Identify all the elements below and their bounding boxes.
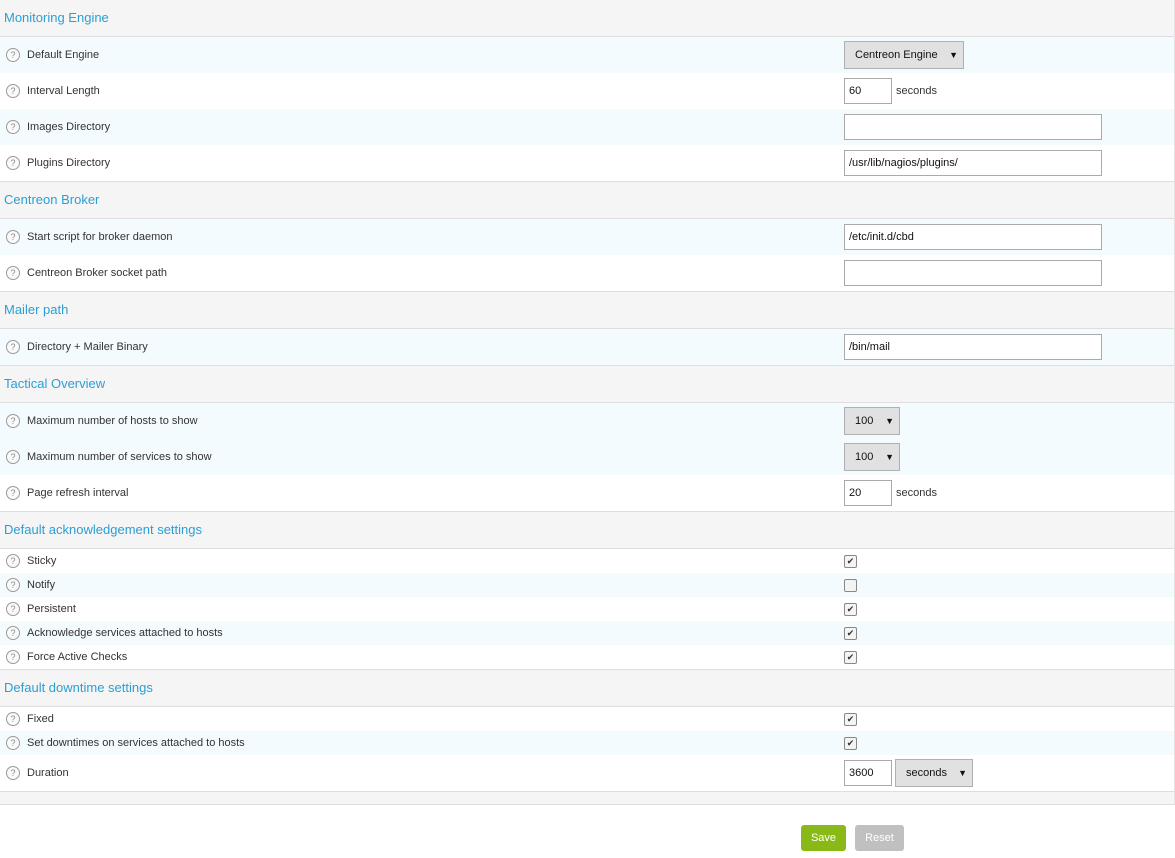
field-label: Maximum number of hosts to show	[27, 415, 198, 427]
dropdown-arrow-icon: ▼	[958, 768, 967, 778]
field-label: Fixed	[27, 713, 54, 725]
field-label: Plugins Directory	[27, 157, 111, 169]
row-interval-length: ? Interval Length 60 seconds	[0, 73, 1174, 109]
row-notify: ? Notify	[0, 573, 1174, 597]
reset-button[interactable]: Reset	[855, 825, 904, 851]
downtime-services-checkbox[interactable]: ✔	[844, 736, 857, 750]
dropdown-arrow-icon: ▼	[949, 50, 958, 60]
page-refresh-input[interactable]: 20	[844, 480, 892, 506]
duration-input[interactable]: 3600	[844, 760, 892, 786]
dropdown-arrow-icon: ▼	[885, 416, 894, 426]
field-label: Page refresh interval	[27, 487, 129, 499]
field-label: Interval Length	[27, 85, 100, 97]
sticky-checkbox[interactable]: ✔	[844, 554, 857, 568]
help-icon[interactable]: ?	[6, 156, 20, 170]
row-sticky: ? Sticky ✔	[0, 549, 1174, 573]
notify-checkbox[interactable]	[844, 578, 857, 592]
row-fixed: ? Fixed ✔	[0, 707, 1174, 731]
section-header-ack-settings: Default acknowledgement settings	[0, 511, 1174, 549]
general-options-form: Monitoring Engine ? Default Engine Centr…	[0, 0, 1175, 805]
help-icon[interactable]: ?	[6, 766, 20, 780]
field-label: Acknowledge services attached to hosts	[27, 627, 223, 639]
help-icon[interactable]: ?	[6, 84, 20, 98]
field-label: Persistent	[27, 603, 76, 615]
help-icon[interactable]: ?	[6, 230, 20, 244]
ack-services-checkbox[interactable]: ✔	[844, 626, 857, 640]
plugins-directory-input[interactable]: /usr/lib/nagios/plugins/	[844, 150, 1102, 176]
field-label: Default Engine	[27, 49, 100, 61]
help-icon[interactable]: ?	[6, 48, 20, 62]
help-icon[interactable]: ?	[6, 626, 20, 640]
help-icon[interactable]: ?	[6, 486, 20, 500]
unit-label: seconds	[896, 487, 937, 499]
row-max-hosts: ? Maximum number of hosts to show 100 ▼	[0, 403, 1174, 439]
force-active-checkbox[interactable]: ✔	[844, 650, 857, 664]
dropdown-arrow-icon: ▼	[885, 452, 894, 462]
section-header-monitoring-engine: Monitoring Engine	[0, 0, 1174, 37]
images-directory-input[interactable]	[844, 114, 1102, 140]
default-engine-select[interactable]: Centreon Engine ▼	[844, 41, 964, 69]
field-label: Maximum number of services to show	[27, 451, 212, 463]
broker-start-script-input[interactable]: /etc/init.d/cbd	[844, 224, 1102, 250]
field-label: Start script for broker daemon	[27, 231, 173, 243]
field-label: Centreon Broker socket path	[27, 267, 168, 279]
duration-unit-select[interactable]: seconds ▼	[895, 759, 973, 787]
row-broker-start-script: ? Start script for broker daemon /etc/in…	[0, 219, 1174, 255]
help-icon[interactable]: ?	[6, 602, 20, 616]
help-icon[interactable]: ?	[6, 414, 20, 428]
help-icon[interactable]: ?	[6, 736, 20, 750]
form-footer-strip	[0, 791, 1174, 805]
section-header-centreon-broker: Centreon Broker	[0, 181, 1174, 219]
row-max-services: ? Maximum number of services to show 100…	[0, 439, 1174, 475]
section-header-downtime-settings: Default downtime settings	[0, 669, 1174, 707]
help-icon[interactable]: ?	[6, 712, 20, 726]
max-hosts-select[interactable]: 100 ▼	[844, 407, 900, 435]
row-plugins-directory: ? Plugins Directory /usr/lib/nagios/plug…	[0, 145, 1174, 181]
help-icon[interactable]: ?	[6, 266, 20, 280]
help-icon[interactable]: ?	[6, 450, 20, 464]
section-header-tactical-overview: Tactical Overview	[0, 365, 1174, 403]
row-images-directory: ? Images Directory	[0, 109, 1174, 145]
help-icon[interactable]: ?	[6, 120, 20, 134]
interval-length-input[interactable]: 60	[844, 78, 892, 104]
field-label: Sticky	[27, 555, 57, 567]
row-force-active: ? Force Active Checks ✔	[0, 645, 1174, 669]
section-header-mailer-path: Mailer path	[0, 291, 1174, 329]
row-ack-services: ? Acknowledge services attached to hosts…	[0, 621, 1174, 645]
field-label: Notify	[27, 579, 56, 591]
field-label: Directory + Mailer Binary	[27, 341, 148, 353]
row-persistent: ? Persistent ✔	[0, 597, 1174, 621]
mailer-binary-input[interactable]: /bin/mail	[844, 334, 1102, 360]
persistent-checkbox[interactable]: ✔	[844, 602, 857, 616]
field-label: Set downtimes on services attached to ho…	[27, 737, 245, 749]
max-services-select[interactable]: 100 ▼	[844, 443, 900, 471]
fixed-checkbox[interactable]: ✔	[844, 712, 857, 726]
row-page-refresh: ? Page refresh interval 20 seconds	[0, 475, 1174, 511]
field-label: Images Directory	[27, 121, 111, 133]
row-mailer-binary: ? Directory + Mailer Binary /bin/mail	[0, 329, 1174, 365]
row-downtime-services: ? Set downtimes on services attached to …	[0, 731, 1174, 755]
row-duration: ? Duration 3600 seconds ▼	[0, 755, 1174, 791]
field-label: Force Active Checks	[27, 651, 128, 663]
broker-socket-path-input[interactable]	[844, 260, 1102, 286]
help-icon[interactable]: ?	[6, 340, 20, 354]
help-icon[interactable]: ?	[6, 554, 20, 568]
save-button[interactable]: Save	[801, 825, 846, 851]
form-actions: Save Reset	[801, 825, 904, 851]
unit-label: seconds	[896, 85, 937, 97]
help-icon[interactable]: ?	[6, 578, 20, 592]
help-icon[interactable]: ?	[6, 650, 20, 664]
row-broker-socket-path: ? Centreon Broker socket path	[0, 255, 1174, 291]
row-default-engine: ? Default Engine Centreon Engine ▼	[0, 37, 1174, 73]
field-label: Duration	[27, 767, 69, 779]
